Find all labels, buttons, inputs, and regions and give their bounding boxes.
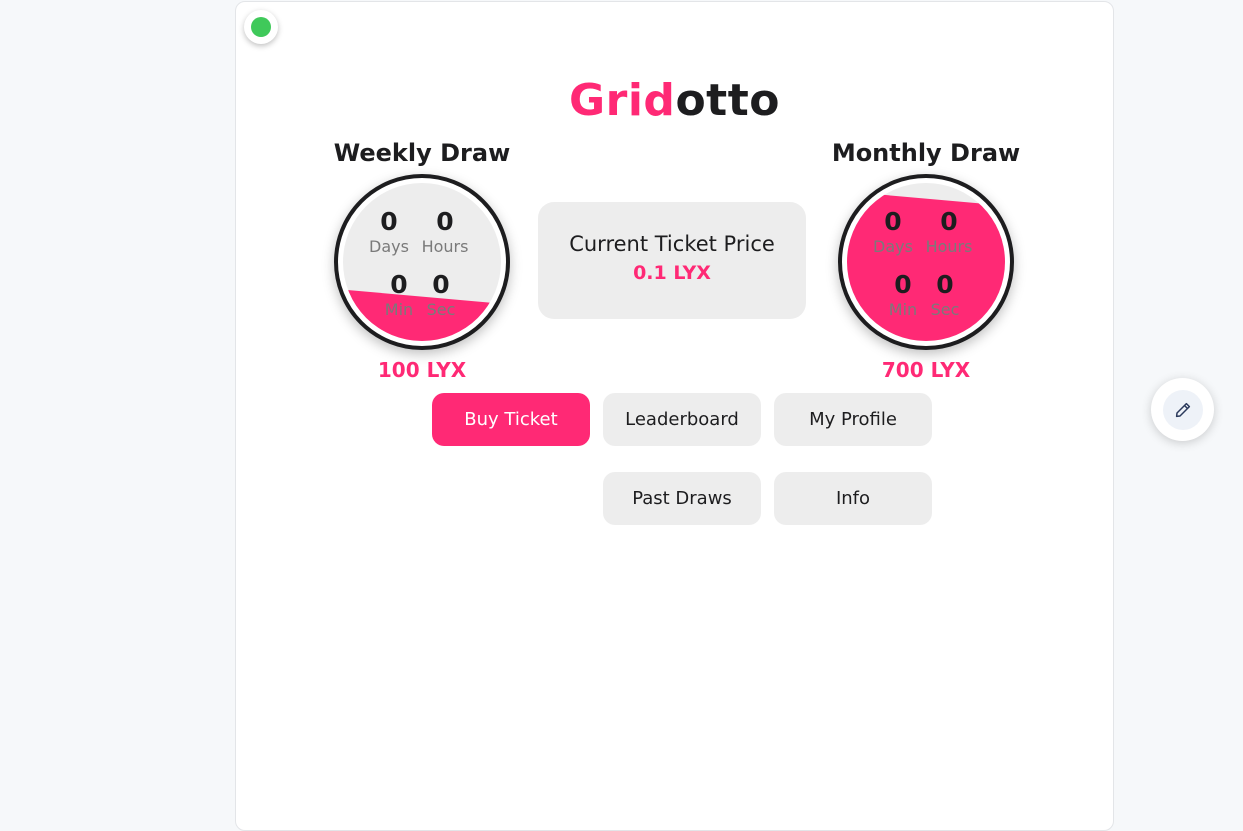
monthly-hours-value: 0: [940, 207, 958, 236]
weekly-draw-title: Weekly Draw: [333, 139, 511, 167]
app-title-part1: Grid: [569, 75, 676, 126]
leaderboard-button[interactable]: Leaderboard: [603, 393, 761, 446]
monthly-draw: Monthly Draw 0 Days 0 Hours 0 Min 0 Sec …: [816, 134, 1036, 384]
main-card: Gridotto Weekly Draw 0 Days 0 Hours 0 Mi…: [235, 1, 1114, 831]
app-title: Gridotto: [236, 72, 1113, 130]
weekly-hours-value: 0: [436, 207, 454, 236]
monthly-days-value: 0: [884, 207, 902, 236]
monthly-sec-value: 0: [936, 270, 954, 299]
app-title-part2: otto: [675, 75, 780, 126]
weekly-sec: 0 Sec: [411, 270, 471, 320]
weekly-sec-value: 0: [432, 270, 450, 299]
monthly-countdown-clock: 0 Days 0 Hours 0 Min 0 Sec: [838, 174, 1014, 350]
monthly-days: 0 Days: [863, 207, 923, 257]
weekly-days-label: Days: [369, 237, 409, 256]
ticket-price-value: 0.1 LYX: [633, 262, 711, 284]
monthly-prize: 700 LYX: [881, 358, 971, 382]
monthly-days-label: Days: [873, 237, 913, 256]
weekly-days: 0 Days: [359, 207, 419, 257]
weekly-draw: Weekly Draw 0 Days 0 Hours 0 Min 0 Sec 1…: [312, 134, 532, 384]
status-indicator: [244, 10, 278, 44]
monthly-hours-label: Hours: [925, 237, 973, 256]
weekly-countdown-clock: 0 Days 0 Hours 0 Min 0 Sec: [334, 174, 510, 350]
weekly-prize: 100 LYX: [377, 358, 467, 382]
weekly-sec-label: Sec: [426, 300, 456, 319]
ticket-price-card: Current Ticket Price 0.1 LYX: [538, 202, 806, 319]
monthly-sec-label: Sec: [930, 300, 960, 319]
monthly-sec: 0 Sec: [915, 270, 975, 320]
weekly-hours-label: Hours: [421, 237, 469, 256]
online-status-icon: [251, 17, 271, 37]
weekly-hours: 0 Hours: [415, 207, 475, 257]
buy-ticket-button[interactable]: Buy Ticket: [432, 393, 590, 446]
monthly-clock-face: 0 Days 0 Hours 0 Min 0 Sec: [847, 183, 1005, 341]
monthly-hours: 0 Hours: [919, 207, 979, 257]
past-draws-button[interactable]: Past Draws: [603, 472, 761, 525]
my-profile-button[interactable]: My Profile: [774, 393, 932, 446]
info-button[interactable]: Info: [774, 472, 932, 525]
weekly-days-value: 0: [380, 207, 398, 236]
monthly-draw-title: Monthly Draw: [831, 139, 1021, 167]
edit-button[interactable]: [1151, 378, 1214, 441]
pencil-icon: [1175, 402, 1190, 417]
edit-button-inner: [1162, 389, 1203, 430]
ticket-price-label: Current Ticket Price: [569, 232, 775, 256]
weekly-clock-face: 0 Days 0 Hours 0 Min 0 Sec: [343, 183, 501, 341]
